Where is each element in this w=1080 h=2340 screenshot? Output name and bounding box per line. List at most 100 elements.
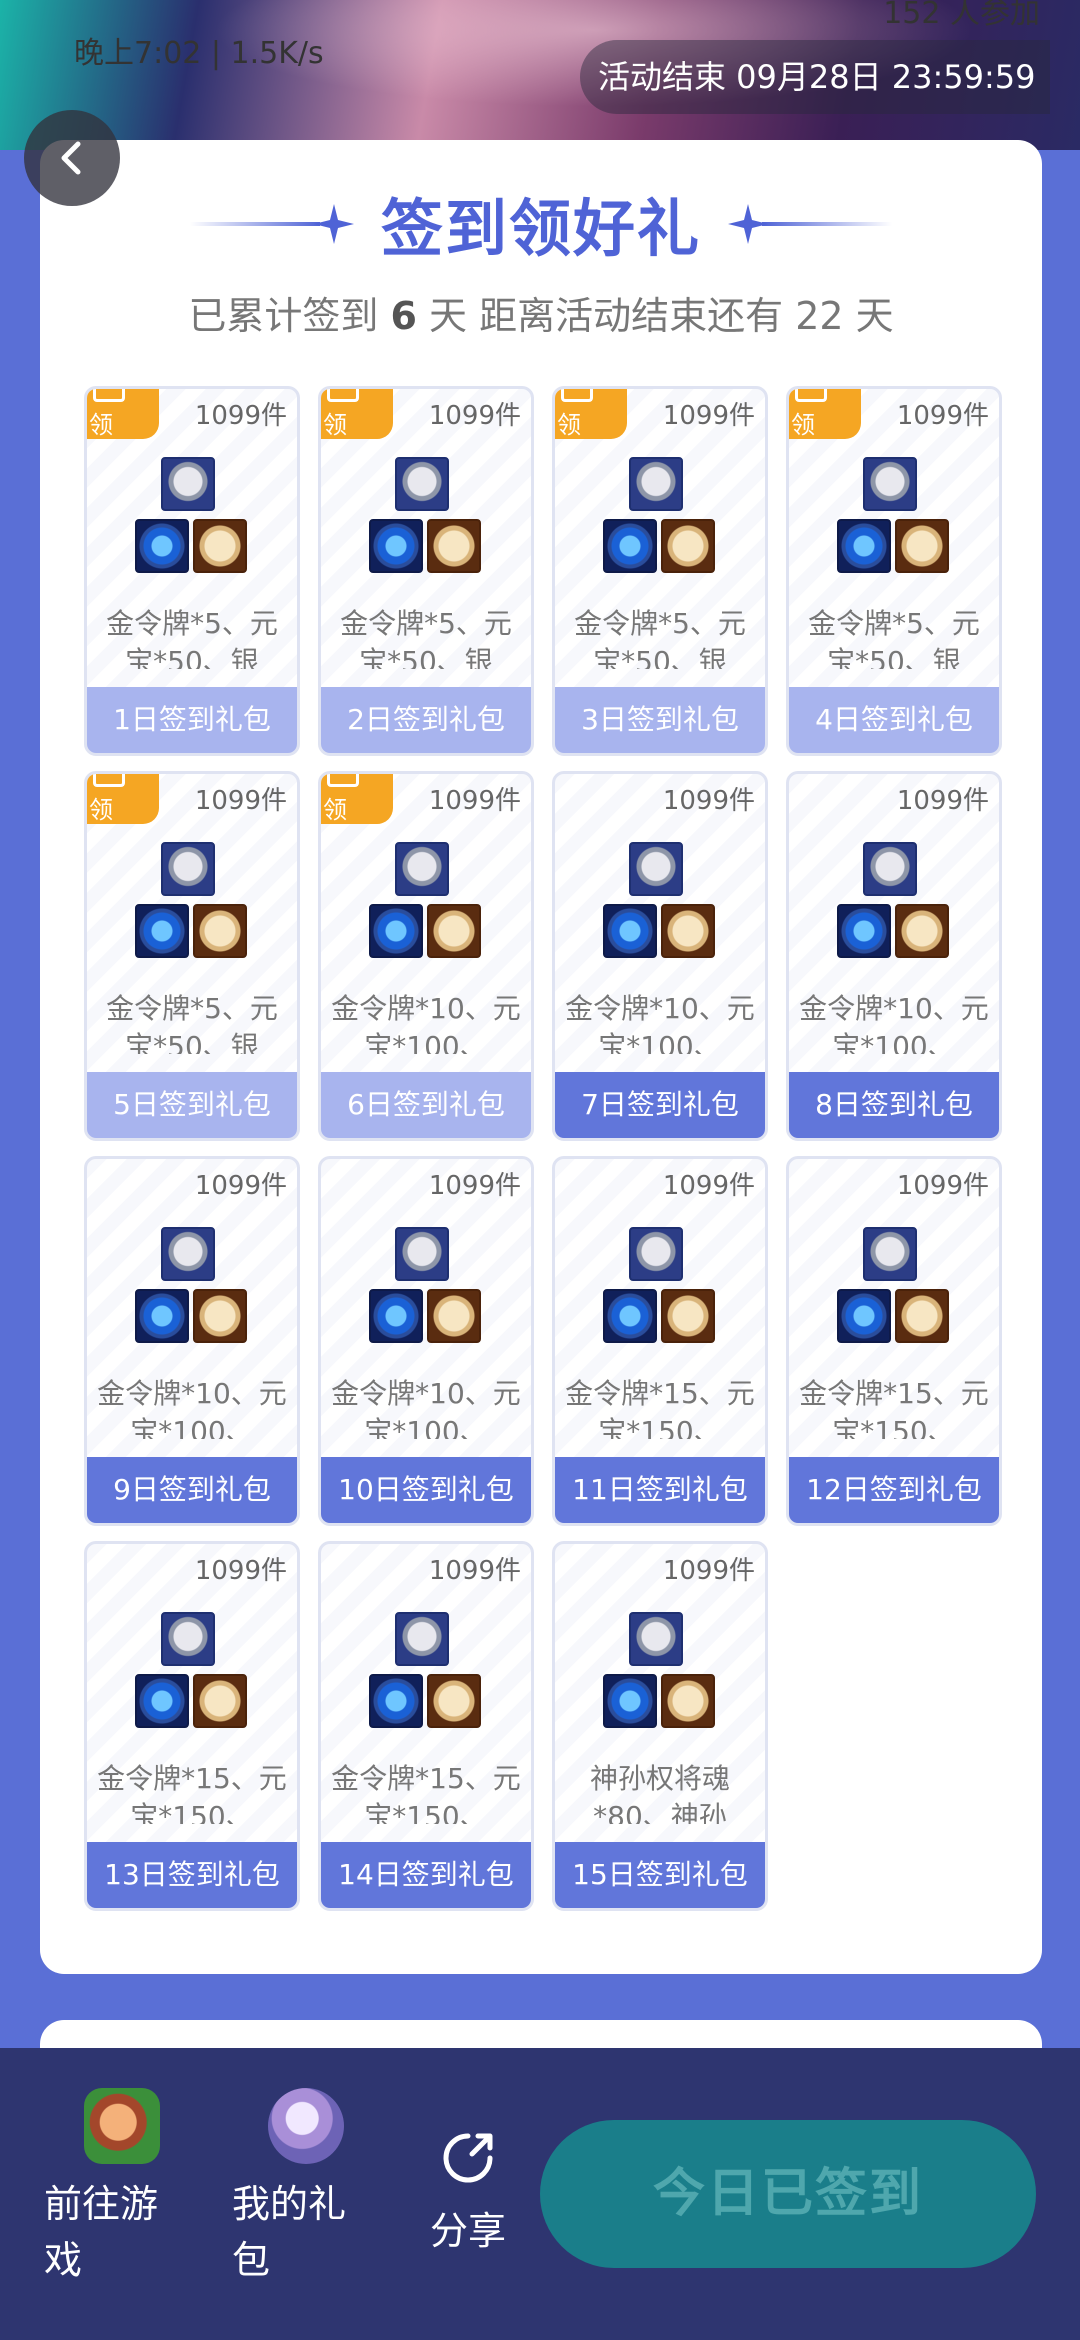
gift-card[interactable]: 1099件金令牌*15、元宝*150、 12日签到礼包	[786, 1156, 1002, 1526]
my-gifts-label: 我的礼包	[232, 2182, 347, 2282]
gift-card[interactable]: 1099件 金令牌*10、元宝*100、 10日签到礼包	[318, 1156, 534, 1526]
gift-card[interactable]: 领 1099件金令牌*5、元宝*50、银 3日签到礼包	[552, 386, 768, 756]
gift-label[interactable]: 14日签到礼包	[321, 1842, 531, 1908]
back-button[interactable]	[24, 110, 120, 206]
gift-items	[603, 1612, 723, 1728]
blue-orb-icon	[369, 519, 423, 573]
game-avatar-icon	[84, 2088, 160, 2164]
gift-box-icon	[268, 2088, 344, 2164]
gift-label[interactable]: 7日签到礼包	[555, 1072, 765, 1138]
silver-ingot-icon	[161, 1227, 215, 1281]
gift-stock: 1099件	[428, 786, 521, 816]
gift-label[interactable]: 1日签到礼包	[87, 687, 297, 753]
activity-end-badge: 活动结束 09月28日 23:59:59	[580, 40, 1050, 114]
share-button[interactable]: 分享	[418, 2128, 518, 2259]
summary-remaining: 天 距离活动结束还有 22 天	[429, 294, 894, 338]
go-game-label: 前往游戏	[44, 2182, 159, 2282]
claimed-tag: 领	[555, 389, 627, 439]
gift-stock: 1099件	[896, 1171, 989, 1201]
gift-card[interactable]: 1099件 神孙权将魂*80、神孙 15日签到礼包	[552, 1541, 768, 1911]
gift-description: 金令牌*5、元宝*50、银	[106, 607, 278, 669]
gift-card[interactable]: 1099件金令牌*15、元宝*150、 11日签到礼包	[552, 1156, 768, 1526]
blue-orb-icon	[369, 1289, 423, 1343]
gift-items	[369, 1227, 489, 1343]
silver-ingot-icon	[863, 1227, 917, 1281]
claimed-tag: 领	[321, 389, 393, 439]
gift-items	[369, 842, 489, 958]
steamed-bun-icon	[193, 1289, 247, 1343]
gift-label[interactable]: 11日签到礼包	[555, 1457, 765, 1523]
gift-items	[837, 1227, 957, 1343]
gift-description: 金令牌*15、元宝*150、	[565, 1377, 755, 1439]
gift-stock: 1099件	[662, 786, 755, 816]
steamed-bun-icon	[427, 1289, 481, 1343]
blue-orb-icon	[135, 1289, 189, 1343]
gift-label[interactable]: 6日签到礼包	[321, 1072, 531, 1138]
gift-card[interactable]: 领 1099件 金令牌*5、元宝*50、银 5日签到礼包	[84, 771, 300, 1141]
blue-orb-icon	[369, 904, 423, 958]
gift-card[interactable]: 领 1099件 金令牌*10、元宝*100、 6日签到礼包	[318, 771, 534, 1141]
steamed-bun-icon	[661, 904, 715, 958]
gift-card[interactable]: 领 1099件 金令牌*5、元宝*50、银 4日签到礼包	[786, 386, 1002, 756]
gift-description: 金令牌*15、元宝*150、	[331, 1762, 521, 1824]
silver-ingot-icon	[629, 842, 683, 896]
gift-label[interactable]: 2日签到礼包	[321, 687, 531, 753]
gift-label[interactable]: 10日签到礼包	[321, 1457, 531, 1523]
gift-card[interactable]: 领 1099件 金令牌*5、元宝*50、银 2日签到礼包	[318, 386, 534, 756]
claimed-tag: 领	[87, 389, 159, 439]
gift-card[interactable]: 1099件 金令牌*15、元宝*150、 14日签到礼包	[318, 1541, 534, 1911]
gift-label[interactable]: 8日签到礼包	[789, 1072, 999, 1138]
silver-ingot-icon	[629, 1227, 683, 1281]
gift-label[interactable]: 12日签到礼包	[789, 1457, 999, 1523]
silver-ingot-icon	[395, 1227, 449, 1281]
silver-ingot-icon	[629, 1612, 683, 1666]
gift-label[interactable]: 15日签到礼包	[555, 1842, 765, 1908]
gift-description: 金令牌*5、元宝*50、银	[340, 607, 512, 669]
silver-ingot-icon	[161, 457, 215, 511]
blue-orb-icon	[135, 904, 189, 958]
gift-stock: 1099件	[662, 1171, 755, 1201]
gift-card[interactable]: 1099件 金令牌*10、元宝*100、 8日签到礼包	[786, 771, 1002, 1141]
my-gifts-button[interactable]: 我的礼包	[232, 2088, 372, 2288]
blue-orb-icon	[135, 519, 189, 573]
steamed-bun-icon	[193, 904, 247, 958]
gift-stock: 1099件	[194, 401, 287, 431]
gift-label[interactable]: 4日签到礼包	[789, 687, 999, 753]
gift-description: 金令牌*15、元宝*150、	[799, 1377, 989, 1439]
gift-card[interactable]: 1099件金令牌*10、元宝*100、 7日签到礼包	[552, 771, 768, 1141]
gift-items	[837, 457, 957, 573]
silver-ingot-icon	[629, 457, 683, 511]
gift-description: 金令牌*10、元宝*100、	[97, 1377, 287, 1439]
steamed-bun-icon	[427, 519, 481, 573]
gift-card[interactable]: 1099件 金令牌*10、元宝*100、 9日签到礼包	[84, 1156, 300, 1526]
gift-stock: 1099件	[662, 1556, 755, 1586]
go-game-button[interactable]: 前往游戏	[44, 2088, 184, 2288]
blue-orb-icon	[603, 1674, 657, 1728]
gift-items	[369, 457, 489, 573]
gift-description: 金令牌*15、元宝*150、	[97, 1762, 287, 1824]
gift-description: 金令牌*5、元宝*50、银	[106, 992, 278, 1054]
gift-items	[603, 842, 723, 958]
gift-description: 金令牌*5、元宝*50、银	[574, 607, 746, 669]
gift-stock: 1099件	[194, 1556, 287, 1586]
gift-stock: 1099件	[896, 401, 989, 431]
share-label: 分享	[429, 2209, 506, 2253]
gift-card[interactable]: 领 1099件金令牌*5、元宝*50、银 1日签到礼包	[84, 386, 300, 756]
gift-stock: 1099件	[428, 1171, 521, 1201]
blue-orb-icon	[135, 1674, 189, 1728]
gift-stock: 1099件	[662, 401, 755, 431]
gift-items	[369, 1612, 489, 1728]
gift-label[interactable]: 3日签到礼包	[555, 687, 765, 753]
gift-label[interactable]: 5日签到礼包	[87, 1072, 297, 1138]
gift-description: 金令牌*10、元宝*100、	[565, 992, 755, 1054]
gift-items	[135, 842, 255, 958]
gift-card[interactable]: 1099件金令牌*15、元宝*150、 13日签到礼包	[84, 1541, 300, 1911]
share-icon	[443, 2133, 493, 2183]
gift-label[interactable]: 13日签到礼包	[87, 1842, 297, 1908]
summary-prefix: 已累计签到	[188, 294, 379, 338]
steamed-bun-icon	[895, 519, 949, 573]
gift-label[interactable]: 9日签到礼包	[87, 1457, 297, 1523]
claimed-tag: 领	[87, 774, 159, 824]
sign-in-button[interactable]: 今日已签到	[540, 2120, 1036, 2268]
claimed-tag: 领	[321, 774, 393, 824]
